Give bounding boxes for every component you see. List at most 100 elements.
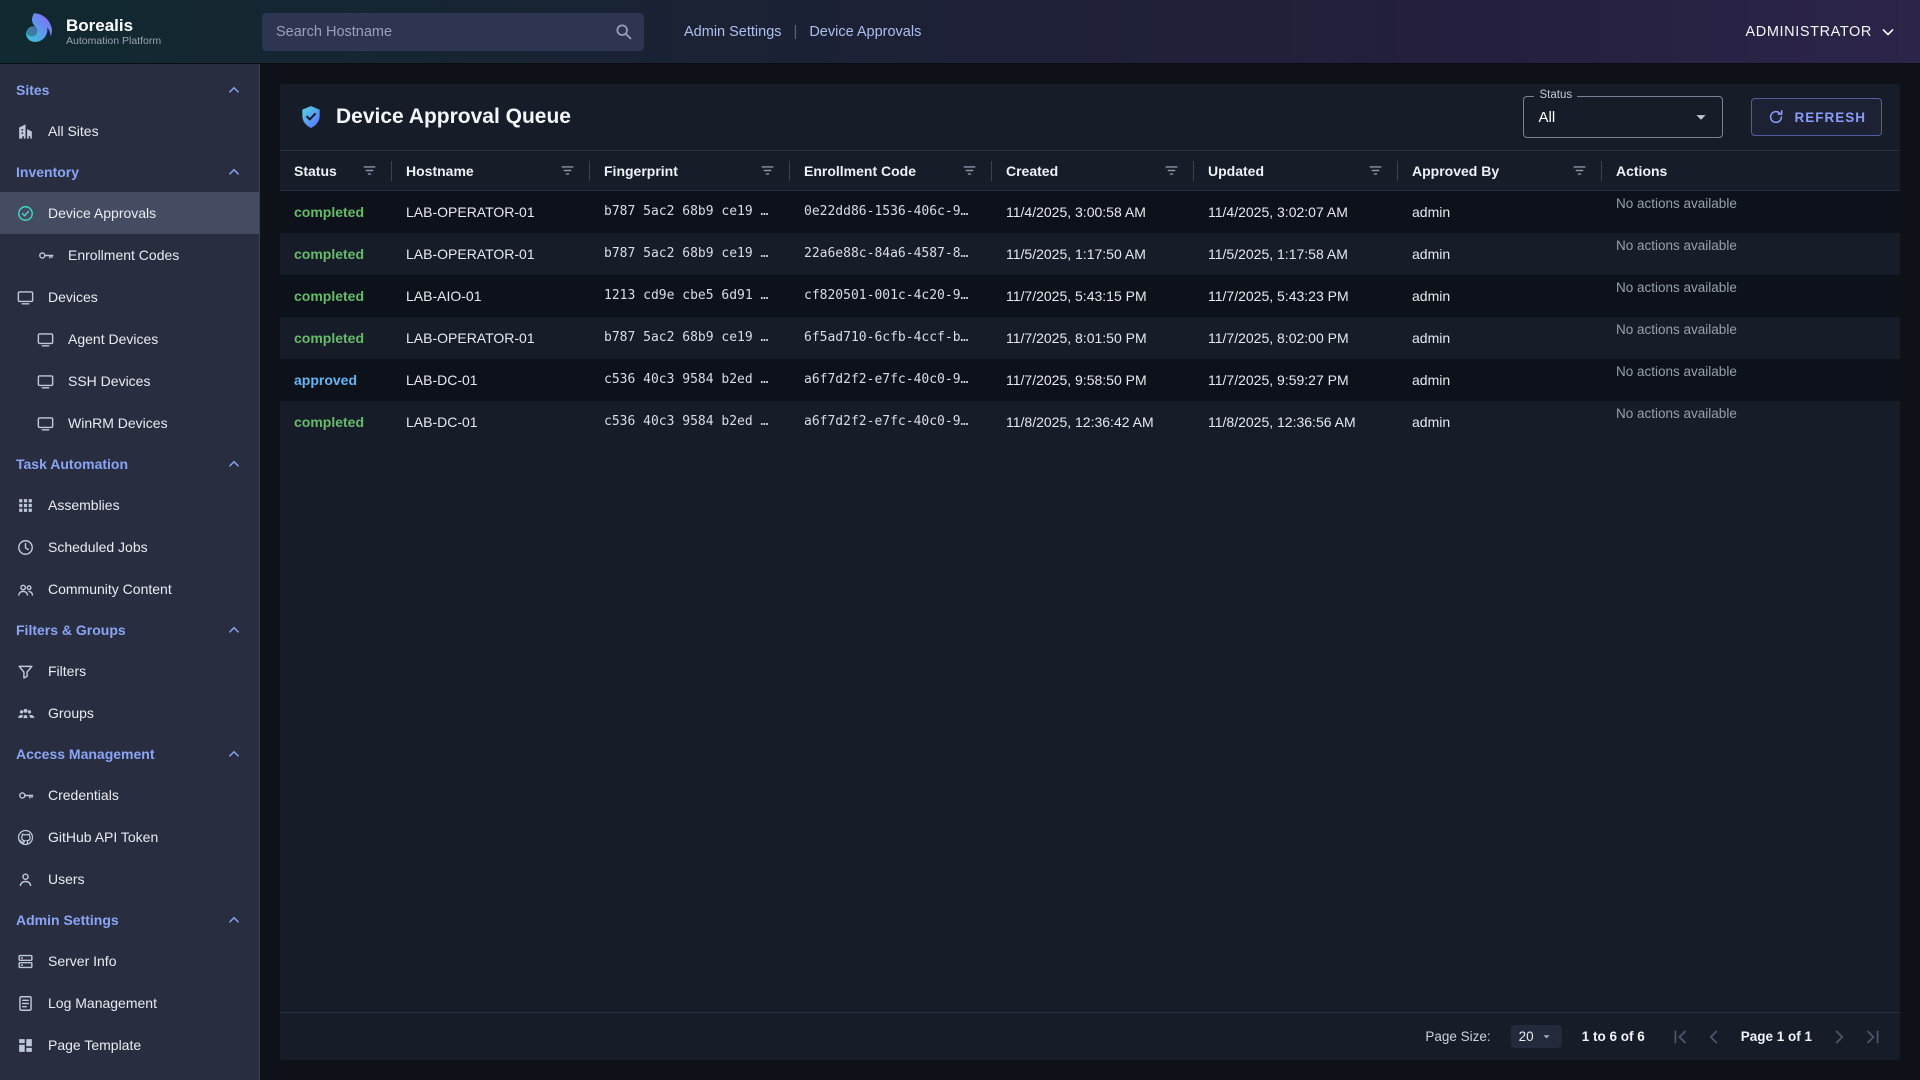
enrollment-code-cell: a6f7d2f2-e7fc-40c0-9… [790, 401, 992, 443]
sidebar-item-filters[interactable]: Filters [0, 650, 259, 692]
section-label: Task Automation [16, 456, 128, 472]
actions-cell: No actions available [1602, 359, 1900, 401]
sidebar-item-label: Page Template [48, 1037, 141, 1053]
refresh-button[interactable]: REFRESH [1751, 98, 1882, 136]
user-menu[interactable]: ADMINISTRATOR [1746, 22, 1899, 42]
hostname-cell: LAB-OPERATOR-01 [392, 317, 590, 359]
section-label: Sites [16, 82, 49, 98]
sidebar-item-credentials[interactable]: Credentials [0, 774, 259, 816]
search-input[interactable] [262, 13, 644, 51]
section-header-filters-groups[interactable]: Filters & Groups [0, 610, 259, 650]
sidebar-item-page-template[interactable]: Page Template [0, 1024, 259, 1066]
table-row: completed LAB-DC-01 c536 40c3 9584 b2ed … [280, 401, 1900, 443]
shield-icon [298, 104, 324, 130]
template-icon [16, 1036, 35, 1055]
section-header-task-automation[interactable]: Task Automation [0, 444, 259, 484]
section-header-sites[interactable]: Sites [0, 70, 259, 110]
sidebar-item-log-management[interactable]: Log Management [0, 982, 259, 1024]
sidebar-item-devices[interactable]: Devices [0, 276, 259, 318]
monitor-icon [36, 330, 55, 349]
sidebar-item-github-api-token[interactable]: GitHub API Token [0, 816, 259, 858]
sidebar-item-groups[interactable]: Groups [0, 692, 259, 734]
updated-cell: 11/4/2025, 3:02:07 AM [1194, 191, 1398, 233]
filter-icon [16, 662, 35, 681]
actions-cell: No actions available [1602, 191, 1900, 233]
filter-list-icon[interactable] [1571, 162, 1588, 179]
chevron-up-icon [225, 911, 243, 929]
enrollment-code-cell: a6f7d2f2-e7fc-40c0-9… [790, 359, 992, 401]
sidebar-item-assemblies[interactable]: Assemblies [0, 484, 259, 526]
brand-text: Borealis Automation Platform [66, 16, 161, 48]
fingerprint-cell: c536 40c3 9584 b2ed … [590, 359, 790, 401]
filter-list-icon[interactable] [559, 162, 576, 179]
breadcrumb-device-approvals[interactable]: Device Approvals [809, 24, 921, 40]
first-page-button[interactable] [1669, 1026, 1691, 1048]
filter-list-icon[interactable] [961, 162, 978, 179]
page-size-select[interactable]: 20 [1511, 1025, 1562, 1048]
table-row: completed LAB-OPERATOR-01 b787 5ac2 68b9… [280, 317, 1900, 359]
sidebar-item-ssh-devices[interactable]: SSH Devices [0, 360, 259, 402]
column-header-updated: Updated [1194, 151, 1398, 191]
sidebar-item-device-approvals[interactable]: Device Approvals [0, 192, 259, 234]
server-icon [16, 952, 35, 971]
user-menu-label: ADMINISTRATOR [1746, 24, 1873, 40]
sidebar-item-agent-devices[interactable]: Agent Devices [0, 318, 259, 360]
breadcrumb-admin-settings[interactable]: Admin Settings [684, 24, 782, 40]
sidebar-item-label: GitHub API Token [48, 829, 158, 845]
previous-page-button[interactable] [1703, 1026, 1725, 1048]
filter-list-icon[interactable] [1367, 162, 1384, 179]
section-header-admin-settings[interactable]: Admin Settings [0, 900, 259, 940]
clock-icon [16, 538, 35, 557]
filter-list-icon[interactable] [361, 162, 378, 179]
brand-title: Borealis [66, 16, 161, 36]
actions-cell: No actions available [1602, 233, 1900, 275]
column-label: Hostname [406, 163, 474, 179]
section-header-inventory[interactable]: Inventory [0, 152, 259, 192]
sidebar-item-server-info[interactable]: Server Info [0, 940, 259, 982]
user-icon [16, 870, 35, 889]
table-row: approved LAB-DC-01 c536 40c3 9584 b2ed …… [280, 359, 1900, 401]
next-page-button[interactable] [1828, 1026, 1850, 1048]
brand-subtitle: Automation Platform [66, 35, 161, 47]
hostname-cell: LAB-DC-01 [392, 401, 590, 443]
sidebar-item-scheduled-jobs[interactable]: Scheduled Jobs [0, 526, 259, 568]
sidebar-item-label: Agent Devices [68, 331, 158, 347]
page-size-label: Page Size: [1425, 1029, 1490, 1044]
status-filter-value: All [1538, 109, 1555, 126]
column-label: Updated [1208, 163, 1264, 179]
column-label: Enrollment Code [804, 163, 916, 179]
sidebar-item-users[interactable]: Users [0, 858, 259, 900]
sidebar-item-winrm-devices[interactable]: WinRM Devices [0, 402, 259, 444]
approved-by-cell: admin [1398, 275, 1602, 317]
updated-cell: 11/7/2025, 8:02:00 PM [1194, 317, 1398, 359]
section-header-access-management[interactable]: Access Management [0, 734, 259, 774]
sidebar-item-all-sites[interactable]: All Sites [0, 110, 259, 152]
status-cell: completed [280, 191, 392, 233]
hostname-cell: LAB-AIO-01 [392, 275, 590, 317]
approvals-table: Status Hostname Fingerprint Enrollment C… [280, 150, 1900, 443]
page-size-value: 20 [1519, 1029, 1534, 1044]
sidebar-item-label: Community Content [48, 581, 172, 597]
updated-cell: 11/5/2025, 1:17:58 AM [1194, 233, 1398, 275]
sidebar-item-label: Server Info [48, 953, 116, 969]
key-icon [16, 786, 35, 805]
sidebar-section-task-automation: Task Automation Assemblies Scheduled Job… [0, 444, 259, 610]
sidebar-item-enrollment-codes[interactable]: Enrollment Codes [0, 234, 259, 276]
filter-list-icon[interactable] [1163, 162, 1180, 179]
dropdown-arrow-icon [1539, 1029, 1554, 1044]
search-icon[interactable] [613, 21, 634, 42]
status-filter-select[interactable]: Status All [1523, 96, 1723, 138]
last-page-button[interactable] [1862, 1026, 1884, 1048]
filter-list-icon[interactable] [759, 162, 776, 179]
page-indicator: Page 1 of 1 [1741, 1029, 1812, 1044]
column-header-hostname: Hostname [392, 151, 590, 191]
pager: Page 1 of 1 [1669, 1026, 1884, 1048]
table-row: completed LAB-AIO-01 1213 cd9e cbe5 6d91… [280, 275, 1900, 317]
sidebar-item-label: Filters [48, 663, 86, 679]
sidebar-section-admin-settings: Admin Settings Server Info Log Managemen… [0, 900, 259, 1066]
community-icon [16, 580, 35, 599]
sidebar-item-community-content[interactable]: Community Content [0, 568, 259, 610]
sidebar-item-label: WinRM Devices [68, 415, 168, 431]
row-range: 1 to 6 of 6 [1582, 1029, 1645, 1044]
approval-check-icon [16, 204, 35, 223]
